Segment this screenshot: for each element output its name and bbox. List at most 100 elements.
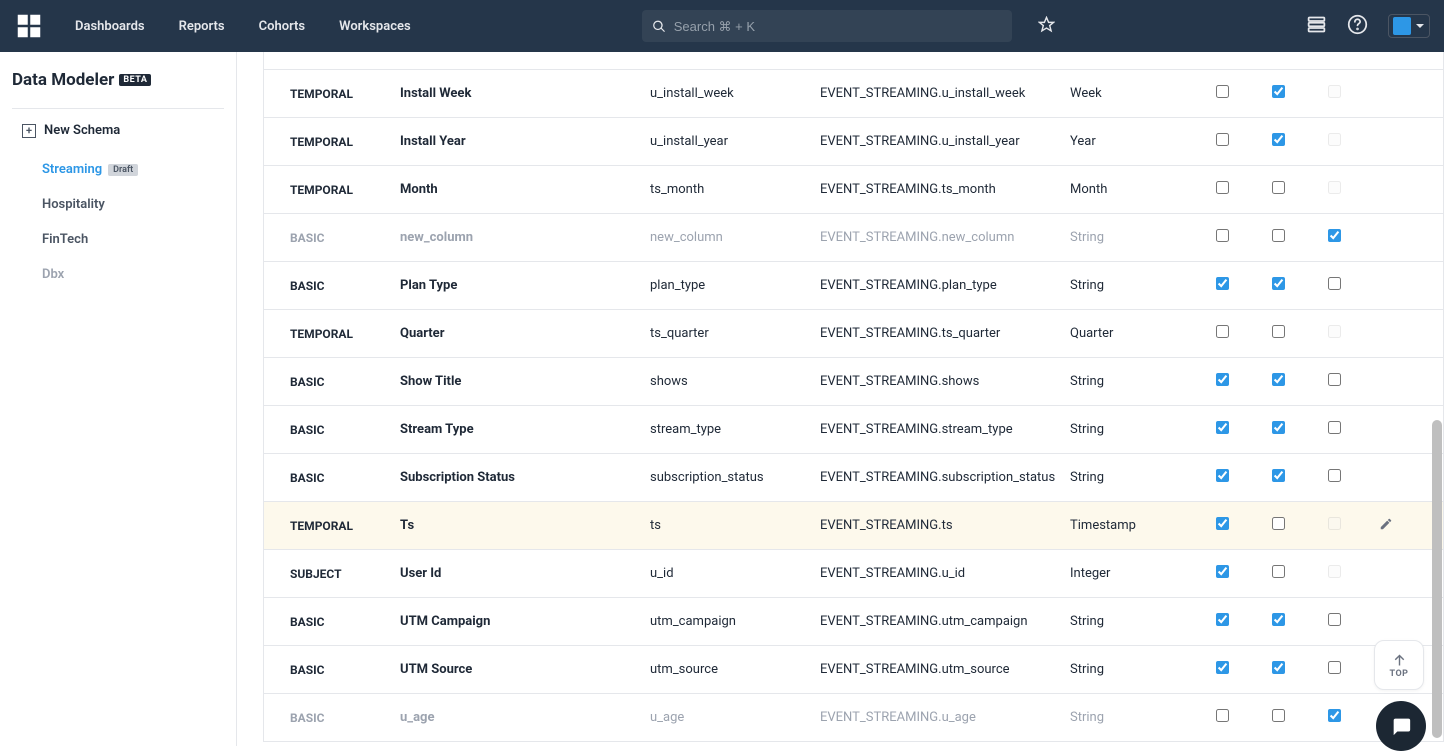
checkbox-col1-cell (1194, 277, 1250, 294)
checkbox-col3[interactable] (1328, 469, 1341, 482)
checkbox-col1[interactable] (1216, 181, 1229, 194)
checkbox-col3[interactable] (1328, 661, 1341, 674)
checkbox-col1[interactable] (1216, 469, 1229, 482)
column-id: ts (644, 518, 814, 533)
checkbox-col3[interactable] (1328, 229, 1341, 242)
table-row[interactable]: BASICPlan Typeplan_typeEVENT_STREAMING.p… (264, 262, 1443, 310)
checkbox-col2[interactable] (1272, 229, 1285, 242)
checkbox-col1[interactable] (1216, 85, 1229, 98)
column-type: BASIC (264, 375, 394, 389)
column-datatype: Integer (1064, 566, 1194, 581)
checkbox-col2-cell (1250, 133, 1306, 150)
column-path: EVENT_STREAMING.ts_quarter (814, 326, 1064, 341)
checkbox-col2[interactable] (1272, 517, 1285, 530)
sidebar-item-fintech[interactable]: FinTech (12, 222, 224, 257)
checkbox-col2[interactable] (1272, 133, 1285, 146)
edit-icon[interactable] (1379, 520, 1393, 535)
table-row[interactable]: BASICnew_columnnew_columnEVENT_STREAMING… (264, 214, 1443, 262)
column-name: Stream Type (394, 422, 644, 437)
checkbox-col2[interactable] (1272, 421, 1285, 434)
schema-list: StreamingDraftHospitalityFinTechDbx (12, 152, 224, 292)
checkbox-col1[interactable] (1216, 709, 1229, 722)
checkbox-col3-cell (1306, 277, 1362, 294)
table-row[interactable]: BASICUTM Sourceutm_sourceEVENT_STREAMING… (264, 646, 1443, 694)
nav-link-cohorts[interactable]: Cohorts (242, 3, 323, 50)
checkbox-col2[interactable] (1272, 709, 1285, 722)
checkbox-col2[interactable] (1272, 85, 1285, 98)
column-id: u_age (644, 710, 814, 725)
checkbox-col1[interactable] (1216, 133, 1229, 146)
table-row[interactable]: TEMPORALQuarterts_quarterEVENT_STREAMING… (264, 310, 1443, 358)
table-row[interactable]: TEMPORALInstall Yearu_install_yearEVENT_… (264, 118, 1443, 166)
sidebar-item-streaming[interactable]: StreamingDraft (12, 152, 224, 187)
checkbox-col2[interactable] (1272, 325, 1285, 338)
column-name: Install Year (394, 134, 644, 149)
search-input[interactable] (674, 19, 1002, 34)
checkbox-col3[interactable] (1328, 277, 1341, 290)
table-row[interactable]: BASICSubscription Statussubscription_sta… (264, 454, 1443, 502)
table-row[interactable]: BASICu_ageu_ageEVENT_STREAMING.u_ageStri… (264, 694, 1443, 742)
checkbox-col1-cell (1194, 421, 1250, 438)
table-row[interactable]: BASICUTM Campaignutm_campaignEVENT_STREA… (264, 598, 1443, 646)
nav-link-dashboards[interactable]: Dashboards (58, 3, 162, 50)
checkbox-col2[interactable] (1272, 373, 1285, 386)
checkbox-col2[interactable] (1272, 181, 1285, 194)
table-row[interactable]: TEMPORALTstsEVENT_STREAMING.tsTimestamp (264, 502, 1443, 550)
column-type: BASIC (264, 471, 394, 485)
edit-cell (1362, 517, 1410, 535)
checkbox-col1[interactable] (1216, 325, 1229, 338)
column-datatype: Week (1064, 86, 1194, 101)
column-type: TEMPORAL (264, 87, 394, 101)
checkbox-col2[interactable] (1272, 565, 1285, 578)
table-row[interactable]: SUBJECTUser Idu_idEVENT_STREAMING.u_idIn… (264, 550, 1443, 598)
checkbox-col1-cell (1194, 661, 1250, 678)
checkbox-col1[interactable] (1216, 277, 1229, 290)
column-path: EVENT_STREAMING.utm_source (814, 662, 1064, 677)
nav-links: DashboardsReportsCohortsWorkspaces (58, 3, 428, 50)
nav-link-reports[interactable]: Reports (162, 3, 242, 50)
column-datatype: Year (1064, 134, 1194, 149)
nav-link-workspaces[interactable]: Workspaces (322, 3, 428, 50)
checkbox-col3[interactable] (1328, 709, 1341, 722)
checkbox-col3[interactable] (1328, 613, 1341, 626)
checkbox-col1[interactable] (1216, 517, 1229, 530)
favorite-button[interactable] (1038, 16, 1055, 37)
workspace-switcher[interactable] (1388, 14, 1430, 38)
table-row[interactable]: TEMPORALInstall Weeku_install_weekEVENT_… (264, 70, 1443, 118)
checkbox-col1[interactable] (1216, 421, 1229, 434)
checkbox-col2[interactable] (1272, 469, 1285, 482)
sidebar-item-dbx[interactable]: Dbx (12, 257, 224, 292)
sidebar-item-hospitality[interactable]: Hospitality (12, 187, 224, 222)
checkbox-col2[interactable] (1272, 613, 1285, 626)
column-datatype: String (1064, 662, 1194, 677)
checkbox-col1[interactable] (1216, 661, 1229, 674)
chat-support-button[interactable] (1376, 701, 1426, 751)
search-box[interactable] (642, 10, 1012, 42)
app-logo-icon[interactable] (14, 11, 44, 41)
draft-badge: Draft (108, 164, 138, 176)
checkbox-col3[interactable] (1328, 373, 1341, 386)
column-path: EVENT_STREAMING.shows (814, 374, 1064, 389)
data-source-button[interactable] (1306, 14, 1327, 39)
checkbox-col3-cell (1306, 709, 1362, 726)
table-row[interactable]: BASICStream Typestream_typeEVENT_STREAMI… (264, 406, 1443, 454)
new-schema-button[interactable]: + New Schema (12, 109, 224, 152)
checkbox-col2[interactable] (1272, 661, 1285, 674)
checkbox-col1[interactable] (1216, 565, 1229, 578)
help-button[interactable] (1347, 14, 1368, 39)
scroll-to-top-button[interactable]: TOP (1374, 640, 1424, 690)
checkbox-col1[interactable] (1216, 613, 1229, 626)
checkbox-col1[interactable] (1216, 373, 1229, 386)
column-name: Subscription Status (394, 470, 644, 485)
top-nav: DashboardsReportsCohortsWorkspaces (0, 0, 1444, 52)
checkbox-col3[interactable] (1328, 421, 1341, 434)
table-row[interactable]: TEMPORALMonthts_monthEVENT_STREAMING.ts_… (264, 166, 1443, 214)
column-datatype: String (1064, 470, 1194, 485)
scrollbar-thumb[interactable] (1432, 420, 1442, 738)
table-row[interactable]: BASICShow TitleshowsEVENT_STREAMING.show… (264, 358, 1443, 406)
new-schema-label: New Schema (44, 123, 120, 138)
checkbox-col2[interactable] (1272, 277, 1285, 290)
column-id: ts_month (644, 182, 814, 197)
checkbox-col2-cell (1250, 613, 1306, 630)
checkbox-col1[interactable] (1216, 229, 1229, 242)
